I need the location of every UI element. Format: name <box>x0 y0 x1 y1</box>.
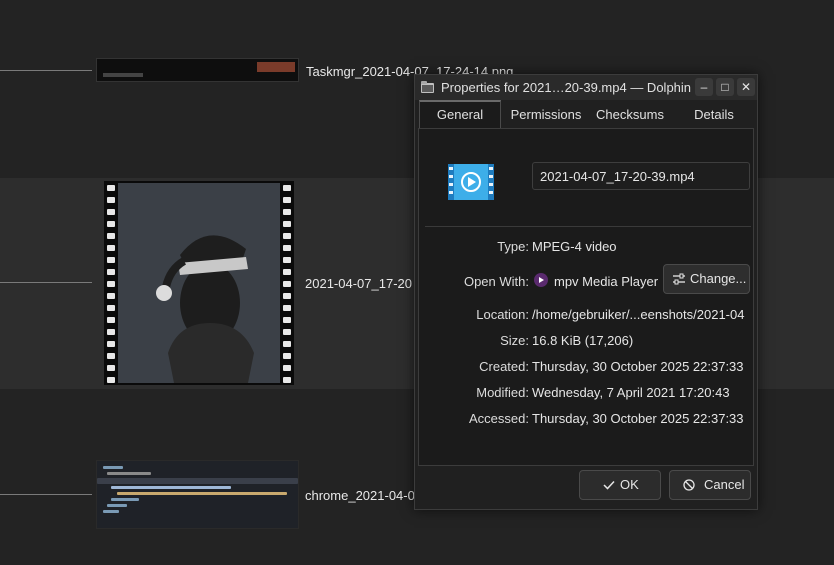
open-with-label: Open With: <box>463 274 529 289</box>
film-hole <box>283 233 291 239</box>
ok-button[interactable]: OK <box>579 470 661 500</box>
created-value: Thursday, 30 October 2025 22:37:33 <box>532 359 744 374</box>
accessed-value: Thursday, 30 October 2025 22:37:33 <box>532 411 744 426</box>
tab-general[interactable]: General <box>419 100 501 129</box>
film-hole <box>283 365 291 371</box>
properties-dialog: Properties for 2021…20-39.mp4 — Dolphin … <box>414 74 758 510</box>
tree-line <box>0 494 92 495</box>
tree-line <box>0 70 92 71</box>
film-hole <box>283 341 291 347</box>
video-file-icon <box>448 164 494 200</box>
film-hole <box>107 257 115 263</box>
film-hole <box>283 281 291 287</box>
accessed-label: Accessed: <box>469 411 529 426</box>
mpv-icon <box>534 273 548 287</box>
film-hole <box>107 233 115 239</box>
film-hole <box>107 365 115 371</box>
film-hole <box>283 269 291 275</box>
video-frame-image <box>156 235 254 383</box>
film-hole <box>107 281 115 287</box>
film-hole <box>107 185 115 191</box>
minimize-button[interactable]: – <box>695 78 713 96</box>
film-hole <box>107 209 115 215</box>
ok-button-label: OK <box>620 477 639 492</box>
dolphin-app-icon <box>421 81 434 93</box>
change-button[interactable]: Change... <box>663 264 750 294</box>
created-label: Created: <box>479 359 529 374</box>
tab-checksums[interactable]: Checksums <box>589 102 671 128</box>
divider <box>425 226 751 227</box>
film-hole <box>283 257 291 263</box>
film-hole <box>107 317 115 323</box>
film-hole <box>283 329 291 335</box>
film-hole <box>283 209 291 215</box>
tab-permissions[interactable]: Permissions <box>505 102 587 128</box>
configure-icon <box>673 273 685 285</box>
film-hole <box>283 245 291 251</box>
film-hole <box>283 305 291 311</box>
general-panel: 2021-04-07_17-20-39.mp4 Type: MPEG-4 vid… <box>418 128 754 466</box>
close-button[interactable]: ✕ <box>737 78 755 96</box>
thumbnail-taskmgr <box>96 58 299 82</box>
open-with-value: mpv Media Player <box>554 274 659 289</box>
thumbnail-video <box>104 181 294 385</box>
film-hole <box>283 293 291 299</box>
film-hole <box>107 377 115 383</box>
maximize-button[interactable]: □ <box>716 78 734 96</box>
film-hole <box>107 341 115 347</box>
tab-details[interactable]: Details <box>673 102 755 128</box>
cancel-icon <box>683 479 695 491</box>
cancel-button-label: Cancel <box>704 477 745 492</box>
cancel-button[interactable]: Cancel <box>669 470 751 500</box>
tree-line <box>0 282 92 283</box>
film-hole <box>283 185 291 191</box>
modified-value: Wednesday, 7 April 2021 17:20:43 <box>532 385 730 400</box>
film-hole <box>107 353 115 359</box>
film-hole <box>107 329 115 335</box>
type-label: Type: <box>497 239 529 254</box>
film-hole <box>107 245 115 251</box>
film-hole <box>107 305 115 311</box>
film-hole <box>283 317 291 323</box>
type-value: MPEG-4 video <box>532 239 617 254</box>
check-icon <box>603 480 615 490</box>
filename-field[interactable]: 2021-04-07_17-20-39.mp4 <box>532 162 750 190</box>
film-hole <box>283 353 291 359</box>
film-hole <box>107 221 115 227</box>
size-label: Size: <box>500 333 529 348</box>
film-hole <box>283 377 291 383</box>
film-hole <box>283 197 291 203</box>
film-hole <box>107 293 115 299</box>
film-hole <box>107 269 115 275</box>
modified-label: Modified: <box>476 385 529 400</box>
location-label: Location: <box>476 307 529 322</box>
thumbnail-chrome <box>96 460 299 529</box>
size-value: 16.8 KiB (17,206) <box>532 333 634 348</box>
change-button-label: Change... <box>690 271 747 286</box>
window-title: Properties for 2021…20-39.mp4 — Dolphin <box>441 80 692 95</box>
title-bar[interactable]: Properties for 2021…20-39.mp4 — Dolphin … <box>415 75 757 100</box>
file-name: chrome_2021-04-0 <box>305 488 415 503</box>
film-hole <box>107 197 115 203</box>
tab-bar: General Permissions Checksums Details <box>417 100 755 129</box>
file-name: 2021-04-07_17-20 <box>305 276 412 291</box>
location-value: /home/gebruiker/...eenshots/2021-04 <box>532 307 745 322</box>
film-hole <box>283 221 291 227</box>
